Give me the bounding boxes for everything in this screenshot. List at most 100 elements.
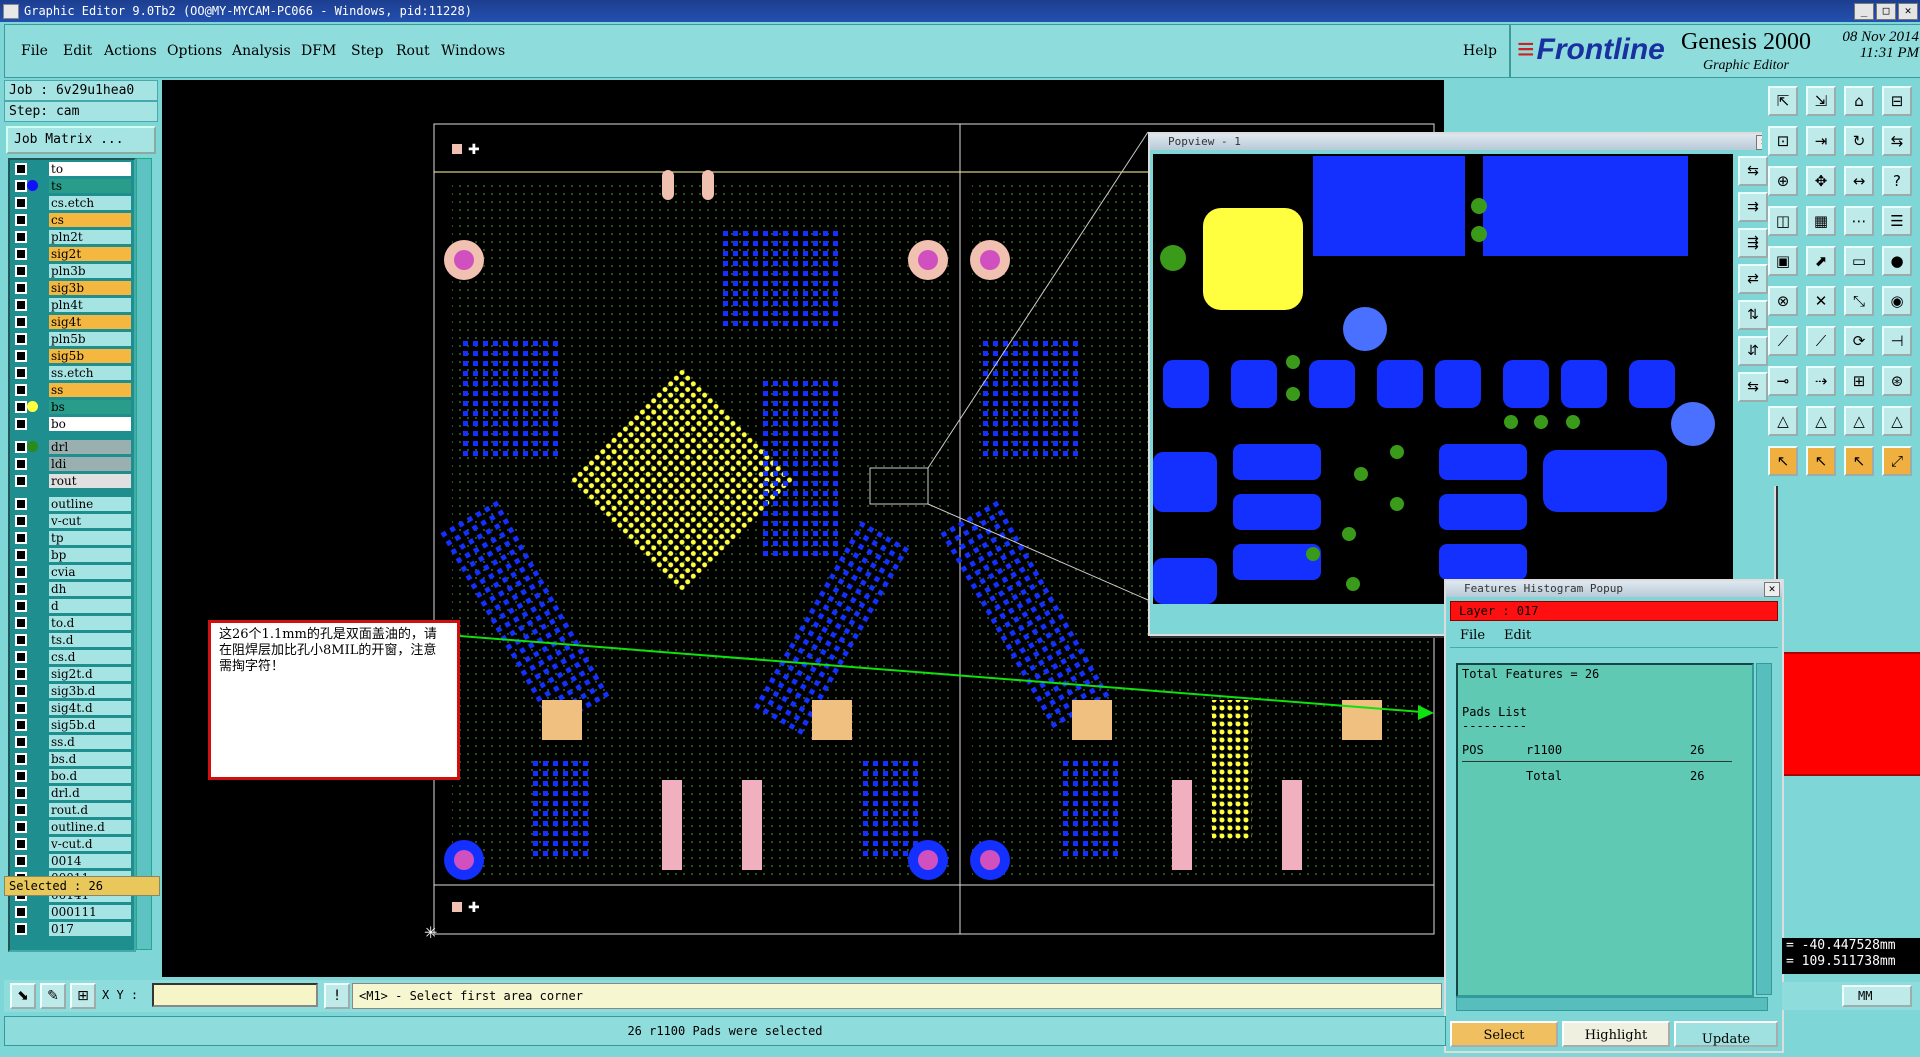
histogram-horizontal-scrollbar[interactable]	[1456, 997, 1768, 1011]
layer-checkbox[interactable]	[15, 702, 27, 714]
layer-name[interactable]: ts.d	[49, 633, 131, 647]
layer-row[interactable]: tp	[12, 531, 131, 545]
window-system-icon[interactable]	[3, 4, 19, 19]
layer-row[interactable]: 0014	[12, 854, 131, 868]
view-tool-icon[interactable]: ⇉	[1738, 192, 1768, 222]
tool-button-icon[interactable]: ⋯	[1844, 206, 1874, 236]
layer-row[interactable]: cvia	[12, 565, 131, 579]
menu-file[interactable]: File	[21, 43, 48, 59]
popview-window[interactable]: Popview - 1 ✕	[1148, 132, 1776, 636]
layer-checkbox[interactable]	[15, 821, 27, 833]
layer-name[interactable]: to	[49, 162, 131, 176]
layer-name[interactable]: ts	[49, 179, 131, 193]
layer-name[interactable]: sig3b.d	[49, 684, 131, 698]
highlight-button[interactable]: Highlight	[1562, 1021, 1670, 1047]
layer-name[interactable]: d	[49, 599, 131, 613]
layer-checkbox[interactable]	[15, 600, 27, 612]
layer-name[interactable]: 0014	[49, 854, 131, 868]
layer-name[interactable]: pln5b	[49, 332, 131, 346]
layer-checkbox[interactable]	[15, 906, 27, 918]
tool-button-icon[interactable]: ✕	[1806, 286, 1836, 316]
layer-name[interactable]: pln4t	[49, 298, 131, 312]
layer-name[interactable]: bp	[49, 548, 131, 562]
tool-button-icon[interactable]: ◫	[1768, 206, 1798, 236]
menu-windows[interactable]: Windows	[441, 43, 505, 59]
layer-name[interactable]: dh	[49, 582, 131, 596]
layer-name[interactable]: bo	[49, 417, 131, 431]
tool-button-icon[interactable]: ↻	[1844, 126, 1874, 156]
layer-checkbox[interactable]	[15, 855, 27, 867]
layer-checkbox[interactable]	[15, 549, 27, 561]
layer-checkbox[interactable]	[15, 214, 27, 226]
layer-checkbox[interactable]	[15, 384, 27, 396]
layer-checkbox[interactable]	[15, 265, 27, 277]
layer-row[interactable]: drl	[12, 440, 131, 454]
layer-name[interactable]: drl.d	[49, 786, 131, 800]
layer-name[interactable]: tp	[49, 531, 131, 545]
histogram-vertical-scrollbar[interactable]	[1756, 663, 1772, 995]
layer-name[interactable]: ss	[49, 383, 131, 397]
layer-row[interactable]: rout.d	[12, 803, 131, 817]
tool-button-icon[interactable]: ▦	[1806, 206, 1836, 236]
layer-color-dot[interactable]	[27, 441, 38, 452]
tool-button-icon[interactable]: ⌂	[1844, 86, 1874, 116]
layer-color-dot[interactable]	[27, 180, 38, 191]
layer-checkbox[interactable]	[15, 651, 27, 663]
tool-button-icon[interactable]: ▭	[1844, 246, 1874, 276]
layer-name[interactable]: cs.d	[49, 650, 131, 664]
layer-row[interactable]: cs.etch	[12, 196, 131, 210]
layer-name[interactable]: bs.d	[49, 752, 131, 766]
layer-row[interactable]: v-cut.d	[12, 837, 131, 851]
grid-tool-icon[interactable]: ⊞	[70, 983, 96, 1009]
layer-row[interactable]: cs.d	[12, 650, 131, 664]
job-matrix-button[interactable]: Job Matrix ...	[6, 126, 156, 154]
layer-row[interactable]: ldi	[12, 457, 131, 471]
tool-button-icon[interactable]: ↔	[1844, 166, 1874, 196]
view-tool-icon[interactable]: ⇆	[1738, 372, 1768, 402]
layer-row[interactable]: d	[12, 599, 131, 613]
layer-checkbox[interactable]	[15, 248, 27, 260]
close-button[interactable]: ✕	[1898, 3, 1918, 20]
layer-name[interactable]: drl	[49, 440, 131, 454]
layer-row[interactable]: bo.d	[12, 769, 131, 783]
tool-button-icon[interactable]: ⟋	[1768, 326, 1798, 356]
layer-row[interactable]: sig4t.d	[12, 701, 131, 715]
xy-input[interactable]	[152, 983, 318, 1007]
tool-button-icon[interactable]: ↖	[1844, 446, 1874, 476]
tool-button-icon[interactable]: ?	[1882, 166, 1912, 196]
layer-checkbox[interactable]	[15, 668, 27, 680]
tool-button-icon[interactable]: ●	[1882, 246, 1912, 276]
layer-row[interactable]: 017	[12, 922, 131, 936]
layer-name[interactable]: outline.d	[49, 820, 131, 834]
layer-row[interactable]: pln4t	[12, 298, 131, 312]
layer-checkbox[interactable]	[15, 333, 27, 345]
tool-button-icon[interactable]: ⇲	[1806, 86, 1836, 116]
layer-name[interactable]: bs	[49, 400, 131, 414]
layer-checkbox[interactable]	[15, 634, 27, 646]
layer-row[interactable]: drl.d	[12, 786, 131, 800]
layer-row[interactable]: to	[12, 162, 131, 176]
layer-row[interactable]: sig5b.d	[12, 718, 131, 732]
tool-button-icon[interactable]: △	[1768, 406, 1798, 436]
layer-row[interactable]: dh	[12, 582, 131, 596]
layer-name[interactable]: cs	[49, 213, 131, 227]
tool-button-icon[interactable]: ⇥	[1806, 126, 1836, 156]
layer-checkbox[interactable]	[15, 163, 27, 175]
maximize-button[interactable]: □	[1876, 3, 1896, 20]
layer-name[interactable]: sig4t.d	[49, 701, 131, 715]
layer-row[interactable]: bo	[12, 417, 131, 431]
layer-name[interactable]: sig2t.d	[49, 667, 131, 681]
layer-checkbox[interactable]	[15, 299, 27, 311]
alert-icon[interactable]: !	[324, 983, 350, 1009]
layer-name[interactable]: sig3b	[49, 281, 131, 295]
histogram-close-button[interactable]: ✕	[1764, 582, 1780, 597]
layer-row[interactable]: bs.d	[12, 752, 131, 766]
layer-checkbox[interactable]	[15, 770, 27, 782]
layer-name[interactable]: ldi	[49, 457, 131, 471]
tool-button-icon[interactable]: ⤢	[1882, 446, 1912, 476]
layer-checkbox[interactable]	[15, 498, 27, 510]
tool-button-icon[interactable]: ⇢	[1806, 366, 1836, 396]
layer-row[interactable]: ss.d	[12, 735, 131, 749]
layer-row[interactable]: ss.etch	[12, 366, 131, 380]
layer-name[interactable]: cs.etch	[49, 196, 131, 210]
